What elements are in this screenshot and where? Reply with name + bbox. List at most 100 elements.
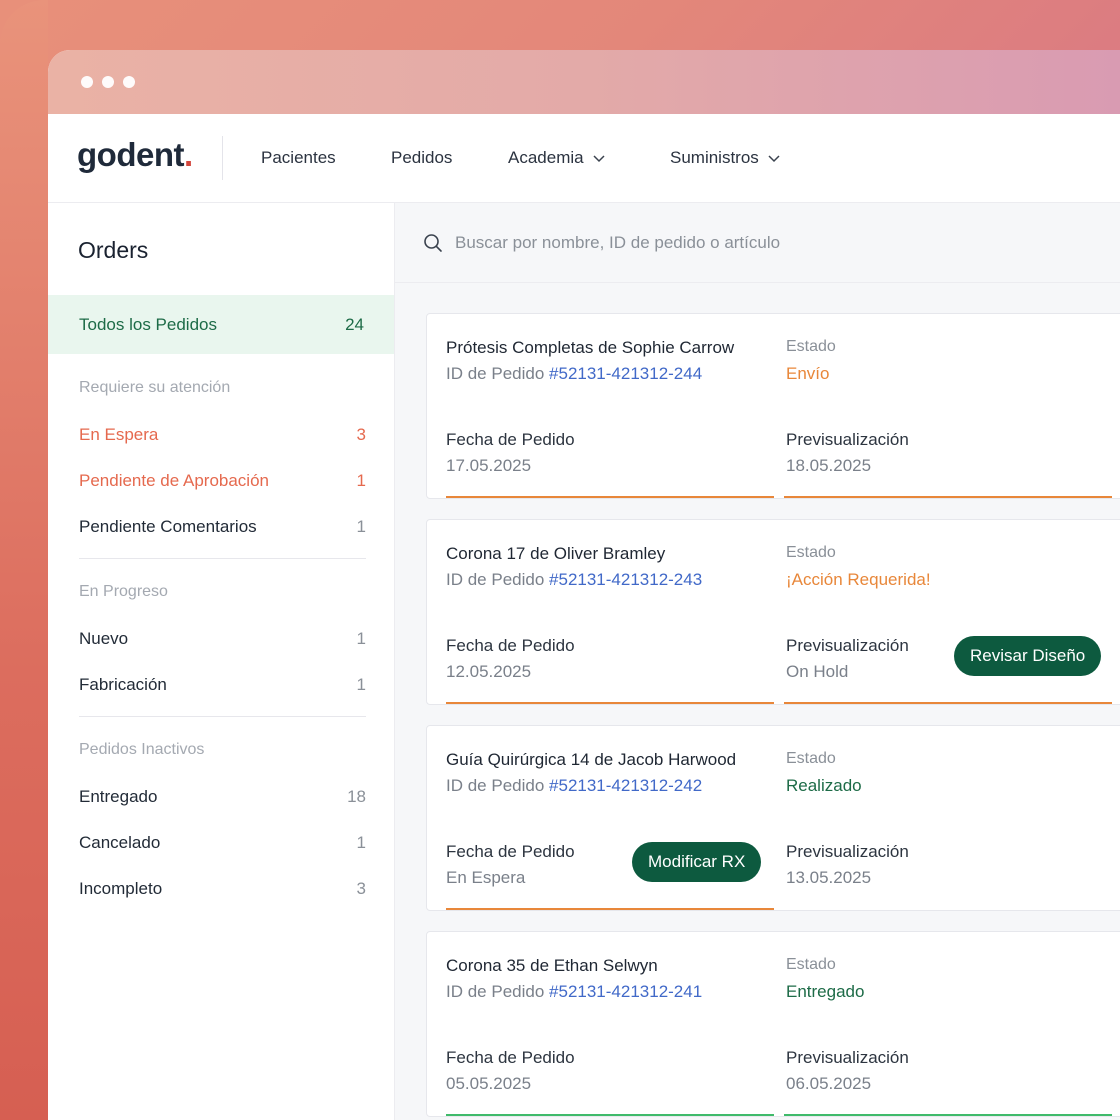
sidebar-item-all-orders[interactable]: Todos los Pedidos 24 (48, 295, 394, 354)
status-badge: Envío (786, 364, 830, 383)
order-id-label: ID de Pedido (446, 570, 545, 589)
sidebar-item-cancelado[interactable]: Cancelado 1 (79, 833, 366, 853)
order-id: ID de Pedido #52131-421312-241 (446, 982, 702, 1002)
sidebar-item-label: Nuevo (79, 629, 129, 648)
order-name: Guía Quirúrgica 14 de Jacob Harwood (446, 750, 737, 769)
order-date-value: 05.05.2025 (446, 1074, 532, 1093)
sidebar-item-count: 3 (356, 425, 366, 444)
sidebar-item-en-espera[interactable]: En Espera 3 (79, 425, 366, 445)
preview-label: Previsualización (786, 1048, 909, 1067)
window-dot-close[interactable] (81, 76, 93, 88)
nav-item-pacientes[interactable]: Pacientes (261, 148, 336, 168)
order-id-link[interactable]: #52131-421312-243 (549, 570, 702, 589)
sidebar-item-label: Entregado (79, 787, 158, 806)
preview-label: Previsualización (786, 636, 909, 655)
order-date-value: En Espera (446, 868, 526, 887)
order-card[interactable]: Corona 35 de Ethan Selwyn ID de Pedido #5… (426, 931, 1120, 1117)
sidebar-item-fabricacion[interactable]: Fabricación 1 (79, 675, 366, 695)
sidebar-item-label: Incompleto (79, 879, 163, 898)
preview-value: On Hold (786, 662, 849, 681)
sidebar-item-count: 1 (356, 675, 366, 694)
logo[interactable]: godent. (77, 136, 193, 174)
nav-item-label: Pacientes (261, 148, 336, 167)
order-id: ID de Pedido #52131-421312-242 (446, 776, 702, 796)
sidebar-divider (79, 558, 366, 559)
nav-item-academia[interactable]: Academia (508, 148, 606, 168)
status-label: Estado (786, 338, 836, 355)
nav-item-label: Suministros (670, 148, 759, 167)
order-card[interactable]: Prótesis Completas de Sophie Carrow ID de… (426, 313, 1120, 499)
status-badge: Entregado (786, 982, 865, 1001)
sidebar-item-entregado[interactable]: Entregado 18 (79, 787, 366, 807)
preview-label: Previsualización (786, 430, 909, 449)
order-card[interactable]: Corona 17 de Oliver Bramley ID de Pedido … (426, 519, 1120, 705)
order-date-value: 12.05.2025 (446, 662, 532, 681)
sidebar-item-label: Pendiente de Aprobación (79, 471, 269, 490)
order-id-link[interactable]: #52131-421312-244 (549, 364, 702, 383)
main-content: Prótesis Completas de Sophie Carrow ID de… (395, 203, 1120, 1120)
preview-label: Previsualización (786, 842, 909, 861)
order-date-label: Fecha de Pedido (446, 430, 575, 449)
sidebar-item-count: 1 (356, 517, 366, 536)
order-name: Corona 17 de Oliver Bramley (446, 544, 666, 563)
sidebar-section-inactive: Pedidos Inactivos (79, 741, 205, 758)
chevron-down-icon (593, 155, 605, 163)
order-id-label: ID de Pedido (446, 776, 545, 795)
sidebar-item-count: 1 (356, 629, 366, 648)
order-name: Corona 35 de Ethan Selwyn (446, 956, 658, 975)
top-navigation: godent. Pacientes Pedidos Academia Sumin… (48, 114, 1120, 203)
nav-separator (222, 136, 223, 180)
nav-item-suministros[interactable]: Suministros (670, 148, 781, 168)
sidebar: Orders Todos los Pedidos 24 Requiere su … (48, 203, 395, 1120)
sidebar-item-label: En Espera (79, 425, 159, 444)
status-label: Estado (786, 956, 836, 973)
sidebar-item-pendiente-comentarios[interactable]: Pendiente Comentarios 1 (79, 517, 366, 537)
order-action-button[interactable]: Revisar Diseño (954, 636, 1102, 676)
order-id-link[interactable]: #52131-421312-242 (549, 776, 702, 795)
sidebar-title: Orders (78, 237, 149, 263)
search-bar (395, 203, 1120, 283)
sidebar-item-incompleto[interactable]: Incompleto 3 (79, 879, 366, 899)
sidebar-item-count: 3 (356, 879, 366, 898)
order-date-label: Fecha de Pedido (446, 636, 575, 655)
order-id-link[interactable]: #52131-421312-241 (549, 982, 702, 1001)
sidebar-item-count: 18 (347, 787, 366, 806)
sidebar-item-label: Cancelado (79, 833, 161, 852)
preview-progress-line (784, 496, 1112, 498)
preview-progress-line (784, 1114, 1112, 1116)
preview-value: 13.05.2025 (786, 868, 872, 887)
sidebar-item-pendiente-aprobacion[interactable]: Pendiente de Aprobación 1 (79, 471, 366, 491)
order-id: ID de Pedido #52131-421312-244 (446, 364, 702, 384)
search-icon (424, 233, 442, 252)
nav-item-pedidos[interactable]: Pedidos (391, 148, 452, 168)
order-name: Prótesis Completas de Sophie Carrow (446, 338, 735, 357)
preview-progress-line (784, 702, 1112, 704)
status-badge: Realizado (786, 776, 862, 795)
order-date-label: Fecha de Pedido (446, 1048, 575, 1067)
search-input[interactable] (455, 232, 1055, 253)
app-window: godent. Pacientes Pedidos Academia Sumin… (48, 50, 1120, 1120)
background-edge (0, 0, 48, 1120)
window-titlebar (48, 50, 1120, 114)
sidebar-item-nuevo[interactable]: Nuevo 1 (79, 629, 366, 649)
logo-dot: . (183, 136, 193, 173)
order-id: ID de Pedido #52131-421312-243 (446, 570, 702, 590)
order-id-label: ID de Pedido (446, 982, 545, 1001)
nav-item-label: Pedidos (391, 148, 453, 167)
sidebar-item-count: 24 (345, 314, 364, 334)
window-dot-maximize[interactable] (123, 76, 135, 88)
window-controls (81, 76, 135, 88)
sidebar-section-attention: Requiere su atención (79, 379, 231, 396)
order-action-button[interactable]: Modificar RX (632, 842, 762, 882)
logo-text: godent (77, 136, 184, 173)
order-card[interactable]: Guía Quirúrgica 14 de Jacob Harwood ID de… (426, 725, 1120, 911)
order-date-label: Fecha de Pedido (446, 842, 575, 861)
order-progress-line (446, 1114, 774, 1116)
window-dot-minimize[interactable] (102, 76, 114, 88)
nav-item-label: Academia (508, 148, 584, 167)
preview-value: 18.05.2025 (786, 456, 872, 475)
chevron-down-icon (768, 155, 780, 163)
sidebar-item-label: Pendiente Comentarios (79, 517, 257, 536)
sidebar-item-label: Fabricación (79, 675, 167, 694)
sidebar-item-count: 1 (356, 833, 366, 852)
